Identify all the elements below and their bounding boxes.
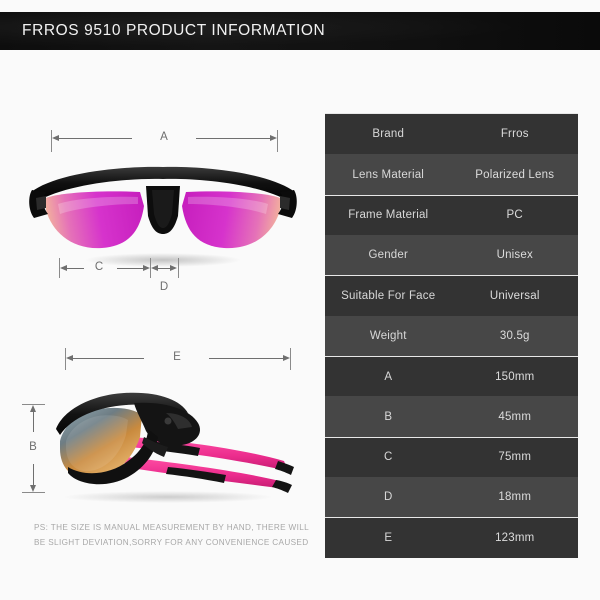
dim-b-arrow-top: [30, 405, 36, 412]
spec-value: 123mm: [495, 532, 535, 545]
dim-e-rule-right: [209, 358, 283, 359]
spec-key: Frame Material: [348, 209, 429, 222]
dim-a-tick-right: [277, 130, 278, 152]
disclaimer-line-1: PS: THE SIZE IS MANUAL MEASUREMENT BY HA…: [34, 523, 310, 532]
measurement-disclaimer: PS: THE SIZE IS MANUAL MEASUREMENT BY HA…: [34, 520, 314, 550]
spec-value: Unisex: [496, 249, 533, 262]
dim-e-label: E: [173, 351, 181, 363]
spec-value: 75mm: [498, 451, 532, 464]
dim-c-label: C: [94, 261, 104, 273]
dim-d-label: D: [159, 281, 169, 293]
product-illustration-pane: A C D E B: [0, 60, 320, 600]
header-banner: FRROS 9510 PRODUCT INFORMATION: [0, 12, 600, 50]
dim-e-rule-left: [72, 358, 144, 359]
spec-value: Frros: [500, 128, 529, 141]
table-row: Gender Unisex: [325, 235, 578, 276]
spec-key: D: [383, 491, 393, 504]
dim-d-arrow-left: [151, 265, 158, 271]
spec-value: PC: [506, 209, 523, 222]
table-row: B 45mm: [325, 396, 578, 437]
spec-value: Polarized Lens: [475, 168, 555, 181]
spec-key: B: [384, 410, 393, 423]
dim-d-tick-right: [178, 258, 179, 278]
table-row: D 18mm: [325, 477, 578, 518]
spec-key: Weight: [369, 329, 407, 342]
dim-a-rule-right: [196, 138, 270, 139]
dim-d-arrow-right: [170, 265, 177, 271]
table-row: Lens Material Polarized Lens: [325, 154, 578, 195]
table-row: Suitable For Face Universal: [325, 275, 578, 316]
spec-key: Brand: [372, 128, 405, 141]
spec-value: 18mm: [498, 491, 532, 504]
table-row: Frame Material PC: [325, 194, 578, 236]
dim-b-arrow-bottom: [30, 485, 36, 492]
spec-value: Universal: [489, 290, 540, 303]
spec-key: E: [384, 532, 393, 545]
dim-c-arrow-left: [60, 265, 67, 271]
spec-key: Gender: [368, 249, 409, 262]
dim-b-rule-top: [33, 411, 34, 432]
table-row: E 123mm: [325, 517, 578, 558]
dim-e-tick-right: [290, 348, 291, 370]
dim-a-label: A: [160, 131, 168, 143]
table-row: Weight 30.5g: [325, 315, 578, 357]
spec-value: 45mm: [498, 410, 532, 423]
page-title: FRROS 9510 PRODUCT INFORMATION: [22, 22, 326, 39]
dim-a-tick-left: [51, 130, 52, 152]
dim-c-rule-right: [117, 268, 143, 269]
dim-a-rule-left: [58, 138, 132, 139]
sunglasses-front-view: [29, 166, 297, 267]
disclaimer-line-2: BE SLIGHT DEVIATION,SORRY FOR ANY CONVEN…: [34, 538, 309, 548]
sunglasses-side-view: [56, 392, 294, 503]
spec-value: 30.5g: [499, 329, 530, 342]
dim-a-arrow-left: [52, 135, 59, 141]
table-row: C 75mm: [325, 436, 578, 478]
dim-a-arrow-right: [270, 135, 277, 141]
dim-c-arrow-right: [143, 265, 150, 271]
spec-key: Lens Material: [352, 168, 425, 181]
spec-key: C: [383, 451, 393, 464]
spec-value: 150mm: [495, 370, 535, 383]
spec-key: A: [384, 370, 393, 383]
table-row: Brand Frros: [325, 114, 578, 155]
specification-table: Brand Frros Lens Material Polarized Lens…: [325, 113, 578, 558]
dim-d-rule: [158, 268, 170, 269]
dim-b-label: B: [29, 441, 37, 453]
spec-key: Suitable For Face: [341, 290, 436, 303]
dim-e-arrow-left: [66, 355, 73, 361]
table-row: A 150mm: [325, 356, 578, 397]
dim-e-arrow-right: [283, 355, 290, 361]
dim-b-tick-bottom: [22, 492, 45, 493]
dim-b-rule-bottom: [33, 464, 34, 485]
